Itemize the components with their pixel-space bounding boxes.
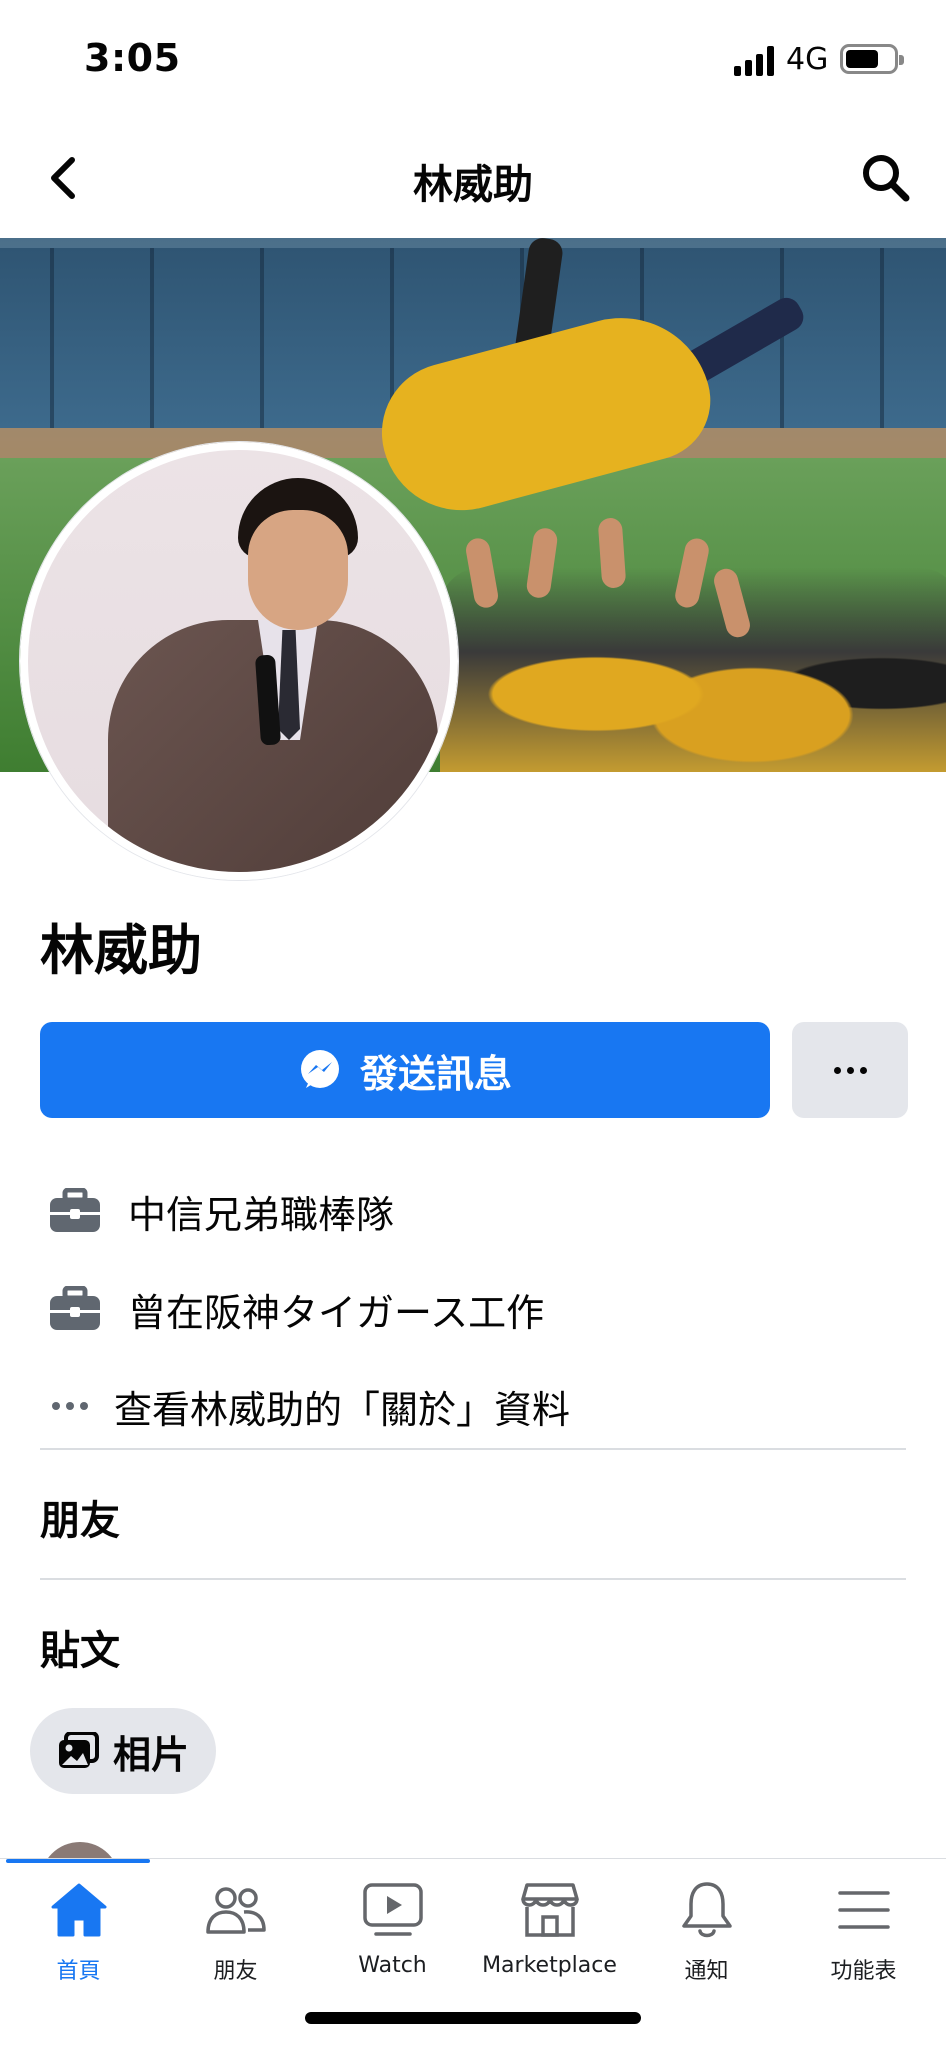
battery-icon xyxy=(840,44,904,74)
page-title: 林威助 xyxy=(413,162,533,208)
briefcase-icon xyxy=(40,1274,110,1344)
friends-section-title[interactable]: 朋友 xyxy=(40,1488,120,1546)
messenger-icon xyxy=(300,1050,339,1088)
tab-label-marketplace: Marketplace xyxy=(482,1953,617,1978)
tab-menu[interactable]: 功能表 xyxy=(785,1877,942,1997)
divider xyxy=(40,1578,906,1580)
info-text-past-work: 曾在阪神タイガース工作 xyxy=(128,1290,545,1335)
status-time: 3:05 xyxy=(84,36,181,80)
info-row-past-work: 曾在阪神タイガース工作 xyxy=(40,1274,906,1344)
signal-strength-icon xyxy=(734,46,776,76)
info-text-current-work: 中信兄弟職棒隊 xyxy=(128,1192,395,1237)
profile-avatar[interactable] xyxy=(20,442,458,880)
photos-icon xyxy=(58,1732,99,1768)
tab-notifications[interactable]: 通知 xyxy=(628,1877,785,1997)
send-message-label: 發送訊息 xyxy=(359,1051,512,1096)
status-bar: 3:05 4G xyxy=(0,0,946,120)
posts-section-title: 貼文 xyxy=(40,1628,120,1674)
see-about-info-link[interactable]: 查看林威助的「關於」資料 xyxy=(40,1371,906,1441)
search-button[interactable] xyxy=(856,148,916,208)
home-icon xyxy=(44,1877,114,1943)
tab-friends[interactable]: 朋友 xyxy=(157,1877,314,1997)
tab-home[interactable]: 首頁 xyxy=(0,1877,157,1997)
marketplace-icon xyxy=(515,1877,585,1943)
profile-screen: 3:05 4G 林威助 林威助 發送訊息 中信兄弟職棒隊 曾在阪神タイガース工作… xyxy=(0,0,946,2048)
menu-icon xyxy=(829,1877,899,1943)
photos-chip-label: 相片 xyxy=(112,1732,189,1777)
nav-bar: 林威助 xyxy=(0,120,946,238)
friends-icon xyxy=(201,1877,271,1943)
more-dots-icon xyxy=(833,1066,867,1074)
briefcase-icon xyxy=(40,1176,110,1246)
tab-label-home: 首頁 xyxy=(56,1959,101,1984)
tab-watch[interactable]: Watch xyxy=(314,1877,471,1997)
tab-label-watch: Watch xyxy=(358,1953,427,1978)
more-dots-icon xyxy=(40,1371,100,1441)
more-options-button[interactable] xyxy=(792,1022,908,1118)
see-about-label: 查看林威助的「關於」資料 xyxy=(114,1387,571,1432)
home-indicator[interactable] xyxy=(305,2012,641,2024)
send-message-button[interactable]: 發送訊息 xyxy=(40,1022,770,1118)
bell-icon xyxy=(672,1877,742,1943)
profile-name: 林威助 xyxy=(40,919,202,982)
network-type: 4G xyxy=(786,42,829,77)
search-icon xyxy=(863,155,910,202)
info-row-work: 中信兄弟職棒隊 xyxy=(40,1176,906,1246)
tab-label-notifications: 通知 xyxy=(684,1959,729,1984)
photos-filter-chip[interactable]: 相片 xyxy=(30,1708,216,1794)
tab-marketplace[interactable]: Marketplace xyxy=(471,1877,628,1997)
active-tab-indicator xyxy=(6,1859,150,1863)
tab-label-friends: 朋友 xyxy=(213,1959,258,1984)
watch-icon xyxy=(358,1877,428,1943)
tab-label-menu: 功能表 xyxy=(830,1959,897,1984)
divider xyxy=(40,1448,906,1450)
